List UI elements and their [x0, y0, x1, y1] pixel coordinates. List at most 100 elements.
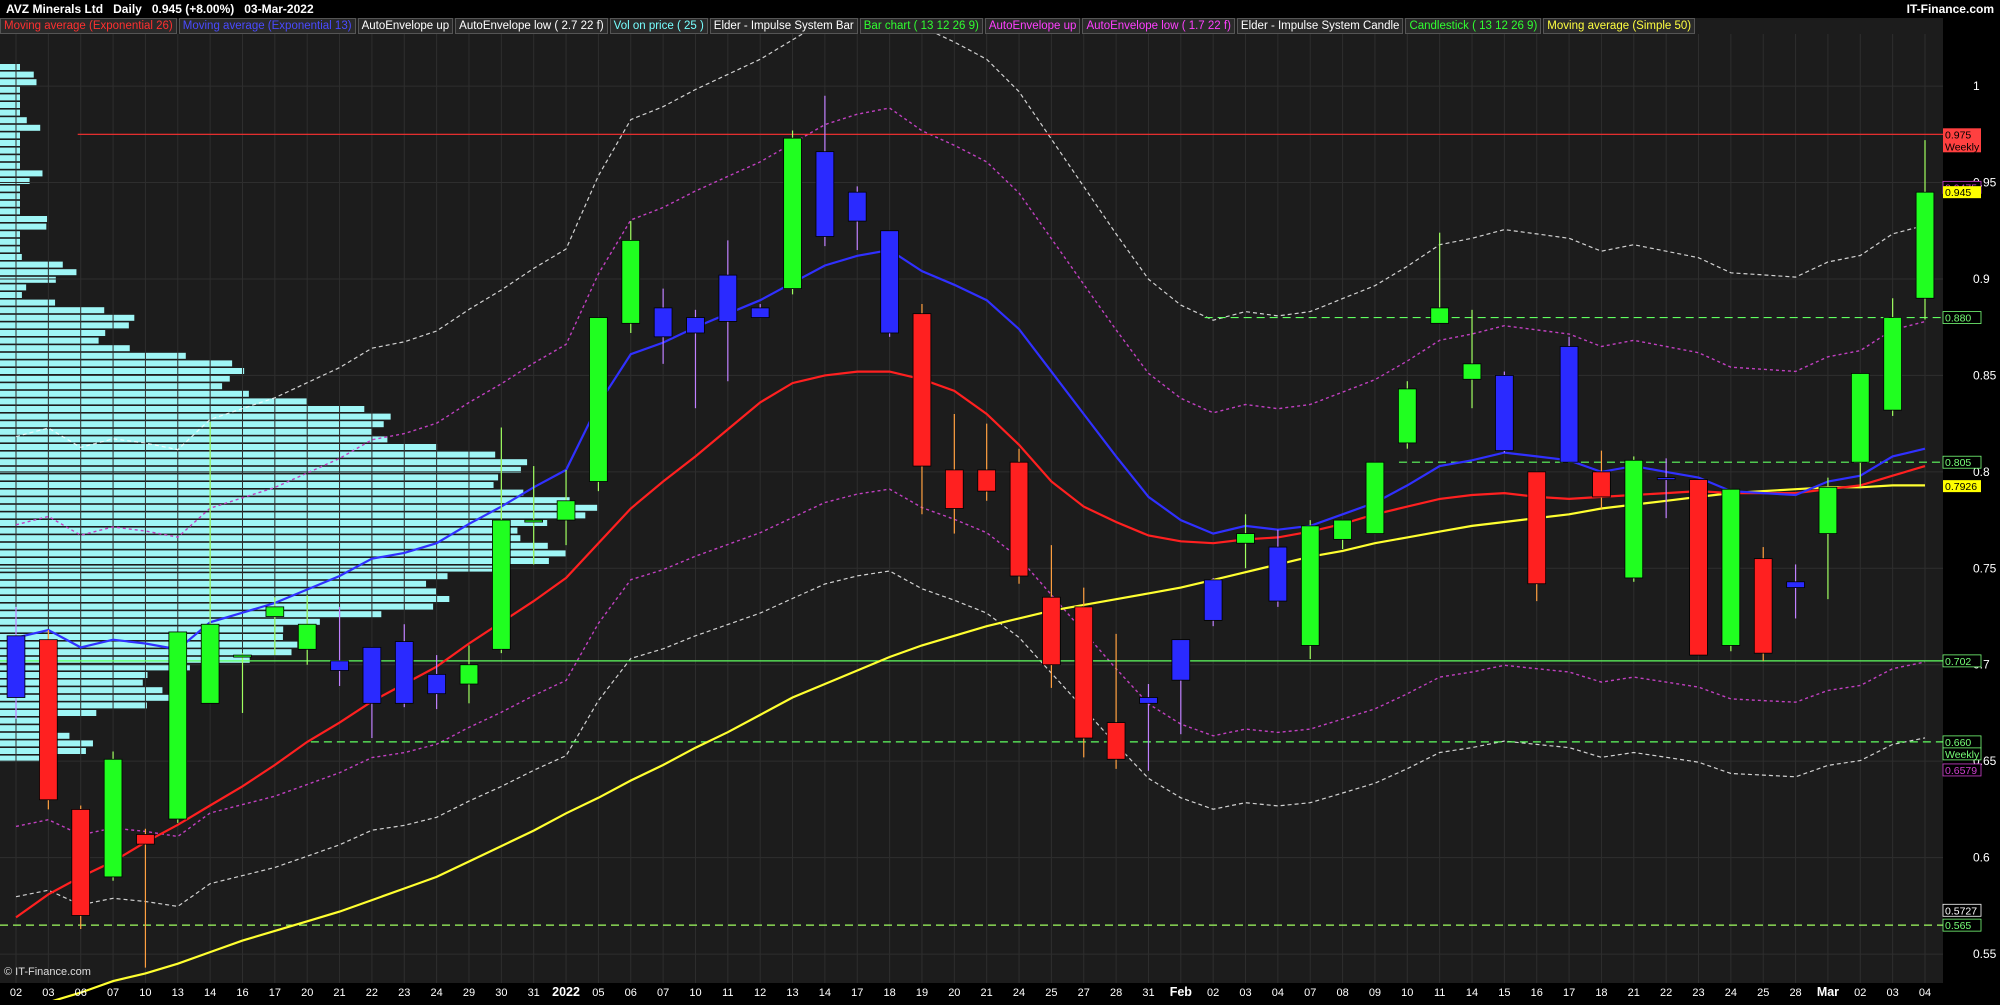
- price-chart-svg[interactable]: 10.950.90.850.80.750.70.650.60.550203060…: [0, 0, 2000, 1005]
- candle: [1365, 461, 1385, 534]
- interval-label: Daily: [113, 2, 142, 16]
- indicator-legend-item[interactable]: Elder - Impulse System Bar: [709, 18, 858, 34]
- x-tick-label: 16: [236, 987, 248, 999]
- indicator-legend-item[interactable]: AutoEnvelope up: [984, 18, 1081, 34]
- volume-profile-bar: [0, 246, 20, 253]
- candle-body: [1203, 579, 1223, 621]
- candle-body: [1236, 533, 1255, 544]
- volume-profile-bar: [0, 352, 186, 359]
- candle-body: [265, 606, 285, 617]
- volume-profile-bar: [0, 79, 37, 86]
- candle-body: [880, 230, 899, 334]
- x-tick-label: 24: [431, 987, 443, 999]
- volume-profile-bar: [0, 634, 283, 640]
- volume-profile-bar: [0, 474, 499, 481]
- volume-profile-bar: [0, 147, 20, 154]
- x-tick-label: 17: [269, 987, 281, 999]
- volume-profile-bar: [0, 368, 245, 374]
- candle: [1689, 479, 1708, 656]
- indicator-legend-item[interactable]: AutoEnvelope low ( 1.7 22 f): [1082, 18, 1235, 34]
- footer-credit: © IT-Finance.com: [4, 966, 91, 978]
- candle-body: [1074, 606, 1094, 739]
- chart-area[interactable]: 10.950.90.850.80.750.70.650.60.550203060…: [0, 0, 2000, 1005]
- x-tick-label: 18: [883, 987, 895, 999]
- time-axis-panel: [0, 983, 1943, 1000]
- indicator-legend-item[interactable]: Moving average (Exponential 13): [178, 18, 356, 34]
- volume-profile-bar: [0, 193, 20, 200]
- indicator-legend-item[interactable]: Bar chart ( 13 12 26 9): [859, 18, 983, 34]
- y-tick-label: 0.9: [1973, 272, 1990, 286]
- x-tick-label: 17: [851, 987, 863, 999]
- candle-body: [1009, 461, 1029, 577]
- candle-body: [362, 646, 382, 704]
- x-tick-label: 18: [1595, 987, 1607, 999]
- x-tick-label: 20: [301, 987, 313, 999]
- volume-profile-bar: [0, 102, 20, 108]
- x-tick-label: 25: [1045, 987, 1057, 999]
- x-tick-label: 06: [75, 987, 87, 999]
- x-tick-label: 21: [333, 987, 345, 999]
- price-label: 0.805: [1942, 455, 1982, 469]
- volume-profile-bar: [0, 208, 20, 215]
- x-tick-label: 24: [1013, 987, 1025, 999]
- header-bar: AVZ Minerals Ltd Daily 0.945 (+8.00%) 03…: [0, 0, 2000, 18]
- volume-profile-bar: [0, 71, 34, 78]
- x-tick-label: Mar: [1817, 985, 1839, 999]
- x-tick-label: 12: [754, 987, 766, 999]
- x-tick-label: 2022: [552, 985, 580, 999]
- candle-body: [233, 654, 252, 658]
- candle-body: [945, 469, 964, 509]
- indicator-legend-item[interactable]: Elder - Impulse System Candle: [1236, 18, 1404, 34]
- indicator-legend-item[interactable]: AutoEnvelope low ( 2.7 22 f): [455, 18, 608, 34]
- site-name: IT-Finance.com: [1906, 2, 1994, 16]
- candle-body: [1559, 346, 1579, 463]
- candle: [168, 631, 188, 823]
- candle: [71, 805, 91, 929]
- indicator-legend-item[interactable]: AutoEnvelope up: [357, 18, 454, 34]
- price-label: 0.7926: [1943, 480, 1981, 493]
- volume-profile-bar: [0, 603, 434, 610]
- y-tick-label: 1: [1973, 79, 1980, 93]
- volume-profile-bar: [0, 390, 249, 397]
- candle: [1624, 456, 1644, 582]
- x-tick-label: 03: [42, 987, 54, 999]
- candle-body: [330, 660, 349, 671]
- x-tick-label: 22: [366, 987, 378, 999]
- x-tick-label: 02: [10, 987, 22, 999]
- price-label: 0.702: [1942, 654, 1982, 668]
- indicator-legend-item[interactable]: Moving average (Exponential 26): [0, 18, 177, 34]
- volume-profile-bar: [0, 162, 20, 169]
- price-label: 0.565: [1942, 918, 1982, 932]
- symbol-name: AVZ Minerals Ltd: [6, 2, 104, 16]
- candle-body: [1462, 363, 1482, 380]
- candle-body: [39, 639, 58, 801]
- volume-profile-bar: [0, 170, 43, 177]
- volume-profile-bar: [0, 94, 20, 101]
- candle-body: [1527, 471, 1547, 585]
- x-tick-label: 14: [1466, 987, 1478, 999]
- volume-profile-bar: [0, 140, 20, 146]
- price-label: Weekly: [1942, 747, 1982, 761]
- price-label: 0.5727: [1942, 903, 1982, 917]
- volume-profile-bar: [0, 406, 365, 412]
- indicator-legend-item[interactable]: Vol on price ( 25 ): [609, 18, 708, 34]
- candle-body: [1365, 461, 1385, 534]
- volume-profile-bar: [0, 497, 570, 504]
- indicator-legend-item[interactable]: Candlestick ( 13 12 26 9): [1405, 18, 1542, 34]
- x-tick-label: 10: [1401, 987, 1413, 999]
- price-label: 0.6579: [1942, 763, 1982, 777]
- candle-body: [1300, 525, 1320, 646]
- x-tick-label: 13: [786, 987, 798, 999]
- x-tick-label: 04: [1272, 987, 1284, 999]
- volume-profile-bar: [0, 155, 20, 162]
- last-price: 0.945 (+8.00%): [151, 2, 235, 16]
- price-label-text: 0.805: [1945, 457, 1971, 469]
- candle-body: [718, 274, 738, 322]
- candle-body: [912, 313, 932, 467]
- price-label-text: 0.565: [1945, 920, 1971, 932]
- volume-profile-bar: [0, 276, 56, 283]
- volume-profile-bar: [0, 421, 384, 428]
- candle-body: [6, 635, 26, 698]
- indicator-legend-item[interactable]: Moving average (Simple 50): [1543, 18, 1696, 34]
- candle: [1074, 587, 1094, 758]
